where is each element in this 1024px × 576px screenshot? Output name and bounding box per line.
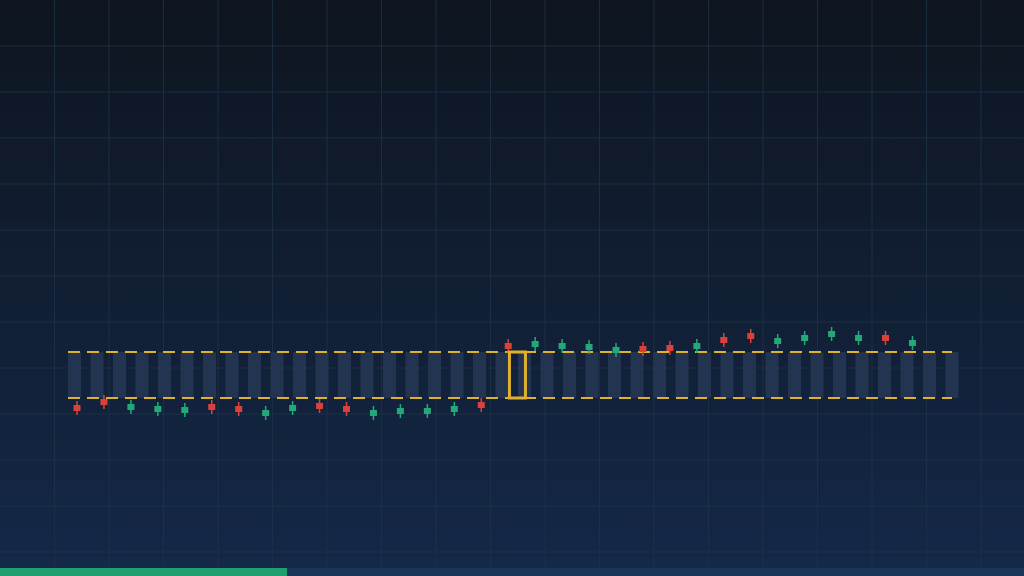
track-column <box>180 352 194 398</box>
candle-body <box>882 335 889 341</box>
track-column <box>473 352 486 398</box>
track-column <box>113 352 126 398</box>
track-column <box>68 352 81 398</box>
candle-body <box>747 333 755 339</box>
candle-body <box>612 347 620 353</box>
track-column <box>428 352 441 398</box>
candle-body <box>450 406 458 412</box>
track-column <box>855 352 869 398</box>
candle-body <box>774 338 782 344</box>
track-column <box>405 352 419 398</box>
progress-bar <box>0 568 1024 576</box>
candle-body <box>720 337 728 343</box>
candle-body <box>289 405 297 411</box>
track-column <box>743 352 756 398</box>
track-column <box>675 352 689 398</box>
candle-body <box>908 340 916 346</box>
candle-body <box>801 335 809 341</box>
candle-body <box>639 346 647 352</box>
candle-body <box>262 410 270 416</box>
track-column <box>833 352 846 398</box>
candle-body <box>100 399 108 405</box>
track-column <box>923 352 936 398</box>
candle-body <box>316 403 324 409</box>
track-column <box>90 352 104 398</box>
candle-body <box>585 344 593 350</box>
track-column <box>495 352 509 398</box>
candle-body <box>558 343 566 349</box>
track-column <box>225 352 239 398</box>
track-column <box>945 352 959 398</box>
candle-body <box>369 410 377 416</box>
track-column <box>563 352 576 398</box>
track-column <box>810 352 824 398</box>
track-column <box>720 352 734 398</box>
candle-body <box>693 343 701 349</box>
track-column <box>630 352 644 398</box>
track-column <box>788 352 801 398</box>
track-column <box>765 352 779 398</box>
candle-body <box>127 404 135 410</box>
track-column <box>203 352 216 398</box>
candle-body <box>666 345 674 351</box>
track-column <box>338 352 351 398</box>
track-column <box>585 352 599 398</box>
track-column <box>293 352 306 398</box>
candle-body <box>73 405 81 411</box>
track-column <box>270 352 284 398</box>
candle-body <box>181 407 189 413</box>
track-column <box>248 352 261 398</box>
candle-body <box>235 406 243 412</box>
track-column <box>158 352 171 398</box>
track-column <box>698 352 711 398</box>
candle-body <box>504 343 512 349</box>
track-column <box>878 352 891 398</box>
track-column <box>608 352 621 398</box>
candle-body <box>208 404 216 410</box>
track-column <box>135 352 149 398</box>
background <box>0 0 1024 576</box>
game-stage[interactable] <box>0 0 1024 576</box>
candle-body <box>343 406 350 412</box>
track-column <box>450 352 464 398</box>
game-canvas[interactable] <box>0 0 1024 576</box>
track-column <box>383 352 396 398</box>
candle-body <box>154 406 162 412</box>
candle-body <box>828 331 836 337</box>
candle-body <box>423 408 431 414</box>
track-column <box>315 352 329 398</box>
track-column <box>653 352 666 398</box>
candle-body <box>855 335 863 341</box>
track-column <box>900 352 914 398</box>
track-column <box>540 352 554 398</box>
candle-body <box>477 402 485 408</box>
candle-body <box>531 341 539 347</box>
progress-bar-fill <box>0 568 287 576</box>
candle-body <box>396 408 404 414</box>
track-column <box>360 352 374 398</box>
